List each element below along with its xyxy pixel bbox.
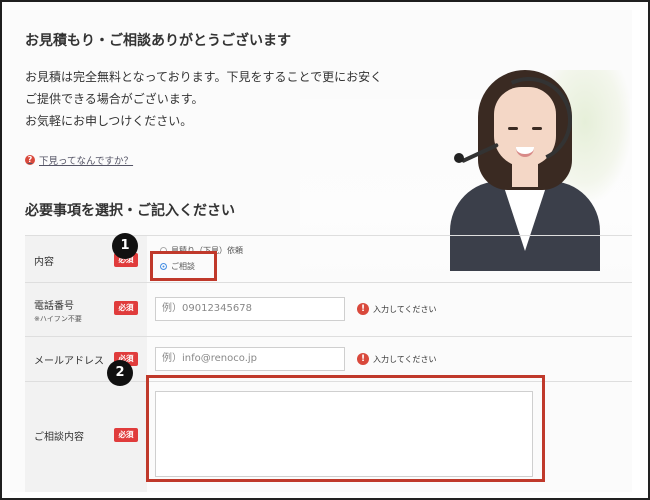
consult-label: ご相談内容 [34, 432, 84, 443]
highlight-box-1 [150, 251, 217, 281]
help-link-label: 下見ってなんですか？ [39, 156, 134, 167]
question-icon: ? [25, 155, 35, 165]
highlight-box-2 [146, 375, 545, 482]
email-input[interactable]: 例）info@renoco.jp [155, 347, 345, 371]
headset-mic-tip [454, 153, 464, 163]
annotation-badge-1: 1 [112, 233, 138, 259]
phone-sub-label: ※ハイフン不要 [34, 315, 82, 323]
phone-label: 電話番号 [34, 301, 74, 312]
page-title: お見積もり・ご相談ありがとうございます [25, 33, 291, 49]
warning-text: 入力してください [373, 354, 437, 364]
form-section-title: 必要事項を選択・ご記入ください [25, 203, 235, 219]
contact-form-page: お見積もり・ご相談ありがとうございます お見積は完全無料となっております。下見を… [10, 10, 632, 492]
alert-icon: ! [357, 353, 369, 365]
inspection-help-link[interactable]: ? 下見ってなんですか？ [25, 153, 133, 167]
screenshot-frame: お見積もり・ご相談ありがとうございます お見積は完全無料となっております。下見を… [0, 0, 650, 500]
warning-text: 入力してください [373, 304, 437, 314]
email-label: メールアドレス [34, 356, 104, 367]
phone-input[interactable]: 例）09012345678 [155, 297, 345, 321]
intro-line: ご提供できる場合がございます。 [25, 92, 204, 106]
alert-icon: ! [357, 303, 369, 315]
required-badge: 必須 [114, 428, 138, 442]
required-badge: 必須 [114, 301, 138, 315]
form-row-phone: 電話番号 ※ハイフン不要 必須 例）09012345678 ! 入力してください [25, 282, 632, 337]
intro-text: お見積は完全無料となっております。下見をすることで更にお安く ご提供できる場合が… [25, 66, 405, 132]
intro-line: お気軽にお申しつけください。 [25, 114, 193, 128]
intro-line: お見積は完全無料となっております。下見をすることで更にお安く [25, 70, 383, 84]
row-label-cell: 電話番号 ※ハイフン不要 必須 [25, 283, 147, 337]
phone-warning: ! 入力してください [357, 303, 437, 315]
annotation-badge-2: 2 [107, 360, 133, 386]
content-label: 内容 [34, 257, 54, 268]
row-label-cell: ご相談内容 必須 [25, 382, 147, 492]
email-warning: ! 入力してください [357, 353, 437, 365]
